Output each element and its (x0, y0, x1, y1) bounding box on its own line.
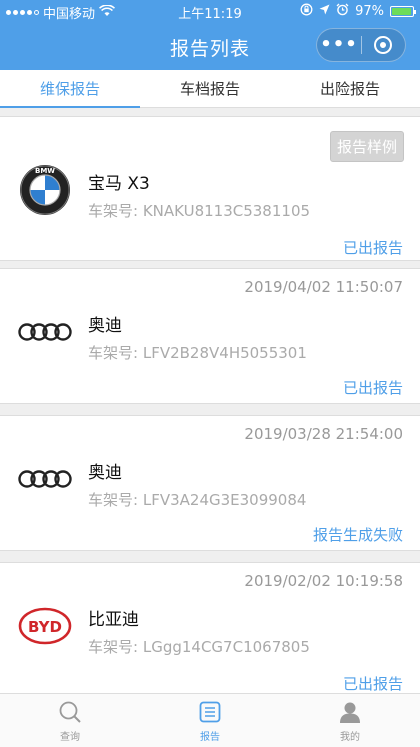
tab-vehicle-archive-report[interactable]: 车档报告 (140, 70, 280, 107)
car-brand: 奥迪 (88, 463, 122, 483)
status-bar: 中国移动 上午11:19 97% (0, 0, 420, 22)
vin-row: 车架号: LGgg14CG7C1067805 (88, 636, 310, 657)
tabbar-item-report[interactable]: 报告 (140, 694, 280, 747)
vin-row: 车架号: LFV3A24G3E3099084 (88, 489, 306, 510)
vin-label: 车架号: (88, 202, 139, 220)
bottom-tab-bar: 查询 报告 我的 (0, 693, 420, 747)
mini-program-capsule: ••• (316, 28, 406, 62)
bmw-logo-icon: BMW (18, 163, 72, 217)
vin-value: LFV3A24G3E3099084 (142, 491, 307, 509)
vin-label: 车架号: (88, 638, 139, 656)
report-card[interactable]: 报告样例 BMW 宝马 X3 车架号: KNAKU8113C5381105 已出… (0, 116, 420, 261)
car-brand: 宝马 X3 (88, 174, 150, 194)
tab-maintenance-report[interactable]: 维保报告 (0, 70, 140, 108)
tabbar-label: 我的 (340, 732, 360, 743)
tabbar-label: 查询 (60, 732, 80, 743)
tabbar-item-query[interactable]: 查询 (0, 694, 140, 747)
vin-row: 车架号: LFV2B28V4H5055301 (88, 342, 307, 363)
audi-logo-icon (18, 305, 72, 359)
vin-value: KNAKU8113C5381105 (142, 202, 311, 220)
rotation-lock-icon (300, 3, 313, 20)
vin-value: LGgg14CG7C1067805 (142, 638, 310, 656)
sample-report-button[interactable]: 报告样例 (329, 131, 404, 162)
report-icon (198, 700, 222, 724)
battery-icon (390, 6, 416, 17)
report-status-link[interactable]: 已出报告 (343, 673, 403, 693)
report-card[interactable]: 2019/02/02 10:19:58 BYD 比亚迪 车架号: LGgg14C… (0, 562, 420, 693)
vin-value: LFV2B28V4H5055301 (142, 344, 307, 362)
report-list: 报告样例 BMW 宝马 X3 车架号: KNAKU8113C5381105 已出… (0, 108, 420, 693)
search-icon (58, 700, 82, 724)
tabbar-item-profile[interactable]: 我的 (280, 694, 420, 747)
tab-insurance-claim-report[interactable]: 出险报告 (280, 70, 420, 107)
car-brand: 奥迪 (88, 316, 122, 336)
report-date: 2019/03/28 21:54:00 (244, 425, 403, 443)
report-date: 2019/02/02 10:19:58 (244, 572, 403, 590)
audi-logo-icon (18, 452, 72, 506)
bmw-logo-text: BMW (35, 167, 55, 175)
report-date: 2019/04/02 11:50:07 (244, 278, 403, 296)
byd-logo-text: BYD (28, 618, 62, 636)
alarm-icon (336, 3, 349, 20)
vin-row: 车架号: KNAKU8113C5381105 (88, 200, 310, 221)
vin-label: 车架号: (88, 344, 139, 362)
report-status-link[interactable]: 已出报告 (343, 237, 403, 258)
vin-label: 车架号: (88, 491, 139, 509)
report-status-link[interactable]: 已出报告 (343, 377, 403, 398)
byd-logo-icon: BYD (18, 599, 72, 653)
target-icon (374, 36, 393, 54)
report-tabs: 维保报告 车档报告 出险报告 (0, 70, 420, 108)
car-brand: 比亚迪 (88, 610, 139, 630)
more-menu-button[interactable]: ••• (317, 30, 361, 60)
navigation-bar: 报告列表 ••• (0, 22, 420, 70)
report-card[interactable]: 2019/03/28 21:54:00 奥迪 车架号: LFV3A24G3E30… (0, 415, 420, 551)
profile-icon (338, 700, 362, 724)
tabbar-label: 报告 (200, 732, 220, 743)
location-icon (319, 4, 330, 19)
battery-percent: 97% (355, 4, 384, 19)
report-status-link[interactable]: 报告生成失败 (313, 524, 403, 545)
report-card[interactable]: 2019/04/02 11:50:07 奥迪 车架号: LFV2B28V4H50… (0, 268, 420, 404)
close-mini-program-button[interactable] (362, 36, 405, 54)
